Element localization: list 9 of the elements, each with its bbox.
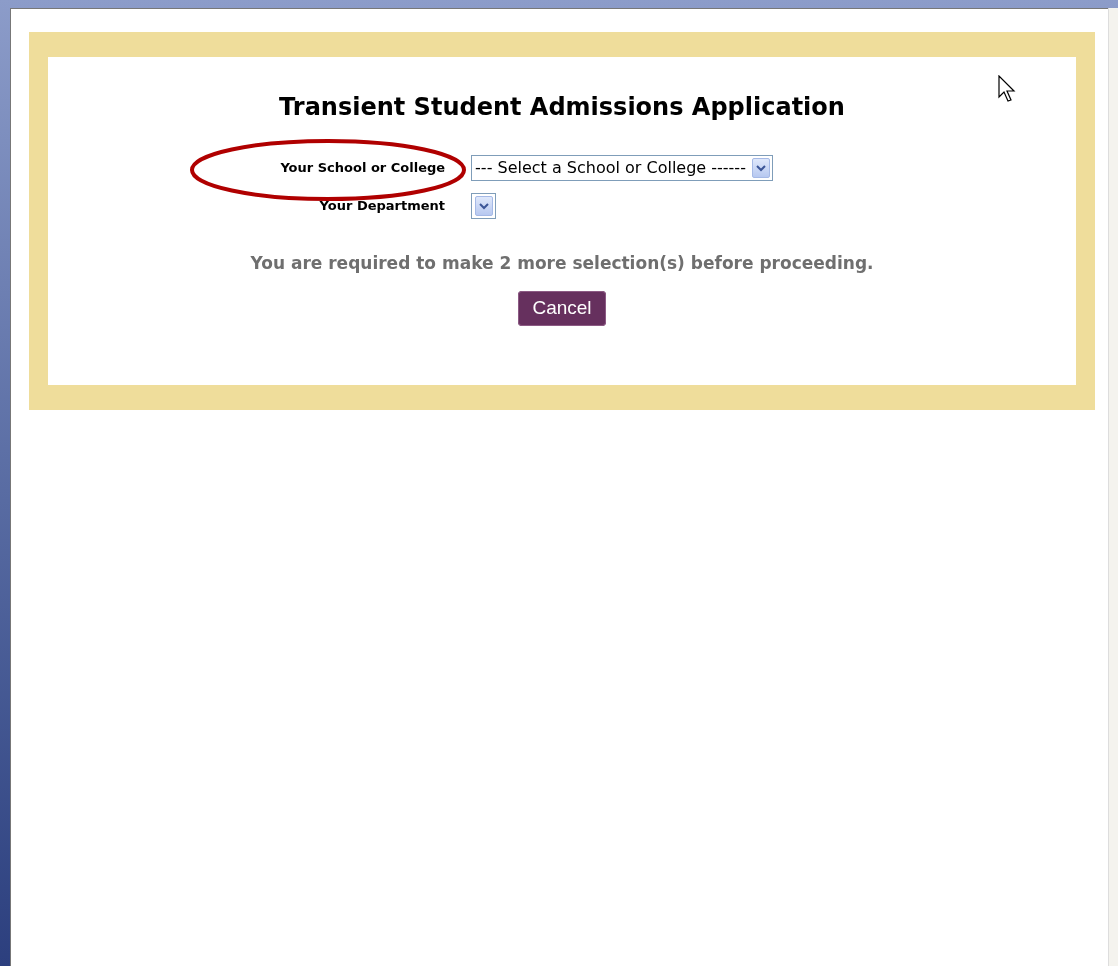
field-label: Your Department bbox=[318, 197, 446, 216]
form-title: Transient Student Admissions Application bbox=[279, 92, 845, 123]
requirement-message: You are required to make 2 more selection(s) before proceeding. bbox=[250, 252, 874, 275]
dropdown-select[interactable] bbox=[471, 193, 497, 219]
field-label: Your School or College bbox=[279, 159, 446, 178]
mouse-cursor-icon bbox=[998, 75, 1016, 103]
dropdown-select[interactable]: --- Select a School or College ------ bbox=[471, 155, 773, 181]
scrollbar[interactable] bbox=[1108, 8, 1118, 966]
cancel-button[interactable]: Cancel bbox=[518, 290, 606, 326]
